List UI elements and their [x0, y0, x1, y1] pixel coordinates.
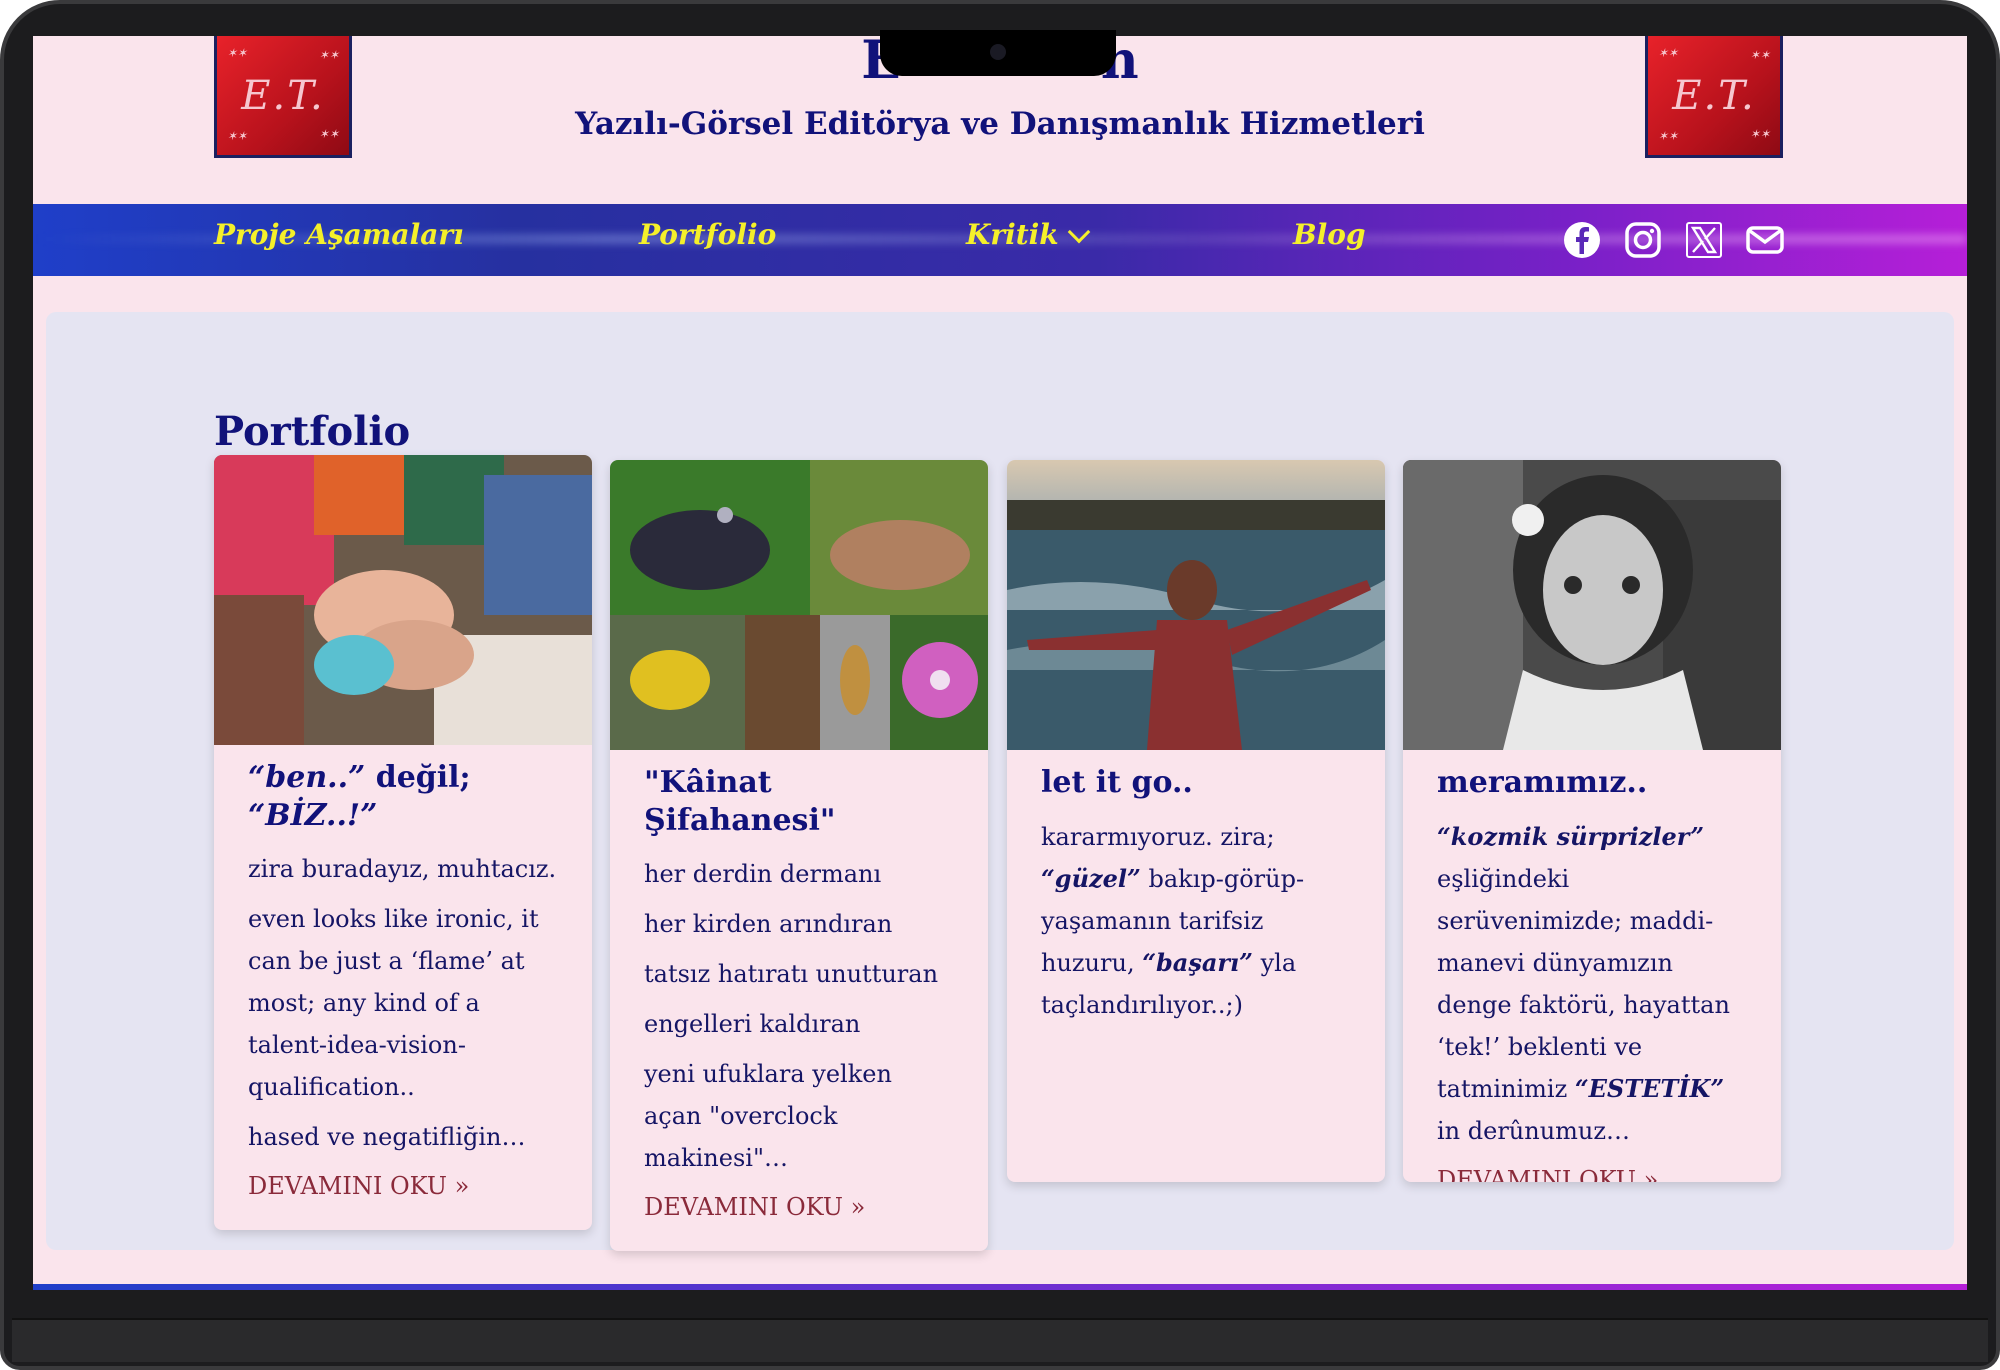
card-text: her derdin dermanı — [644, 860, 882, 888]
card-text: her kirden arındıran — [644, 910, 893, 938]
card-body: let it go.. kararmıyoruz. zira; “güzel” … — [1007, 750, 1385, 1064]
nav-item-kritik[interactable]: Kritik — [966, 218, 1091, 251]
nav-item-portfolio[interactable]: Portfolio — [639, 218, 776, 251]
portfolio-card-kainat[interactable]: "Kâinat Şifahanesi" her derdin dermanı h… — [610, 460, 988, 1251]
read-more-link[interactable]: DEVAMINI OKU » — [248, 1172, 558, 1200]
card-text: tatsız hatıratı unutturan — [644, 960, 939, 988]
nav-item-proje-asamalari[interactable]: Proje Aşamaları — [214, 218, 464, 251]
read-more-link[interactable]: DEVAMINI OKU » — [1437, 1166, 1747, 1183]
card-text: hased ve negatifliğin… — [248, 1123, 526, 1151]
nav-item-blog[interactable]: Blog — [1293, 218, 1366, 251]
card-title[interactable]: meramımız.. — [1437, 764, 1747, 802]
chevron-down-icon — [1067, 220, 1091, 244]
logo-monogram: E.T. — [1672, 72, 1756, 119]
card-text: even looks like ironic, it can be just a… — [248, 905, 539, 1101]
card-image-hands[interactable] — [214, 455, 592, 745]
facebook-icon[interactable] — [1562, 220, 1602, 260]
card-image-sea-woman[interactable] — [1007, 460, 1385, 750]
card-text: zira buradayız, muhtacız. — [248, 855, 557, 883]
card-body: meramımız.. “kozmik sürprizler” eşliğind… — [1403, 750, 1781, 1182]
main-nav: Proje Aşamaları Portfolio Kritik Blog — [33, 204, 1967, 276]
card-title[interactable]: let it go.. — [1041, 764, 1351, 802]
card-body: "Kâinat Şifahanesi" her derdin dermanı h… — [610, 750, 988, 1251]
card-text: engelleri kaldıran — [644, 1010, 861, 1038]
card-title[interactable]: "Kâinat Şifahanesi" — [644, 764, 954, 839]
card-image-nature-collage[interactable] — [610, 460, 988, 750]
card-text: kararmıyoruz. zira; “güzel” bakıp-görüp-… — [1041, 822, 1305, 1019]
footer-gradient-bar — [33, 1284, 1967, 1290]
portfolio-card-meramimiz[interactable]: meramımız.. “kozmik sürprizler” eşliğind… — [1403, 460, 1781, 1182]
logo-right[interactable]: ✶✶ ✶✶ E.T. ✶✶ ✶✶ — [1645, 36, 1783, 158]
card-text: yeni ufuklara yelken açan "overclock mak… — [644, 1060, 892, 1172]
card-image-girl-portrait[interactable] — [1403, 460, 1781, 750]
portfolio-section: Portfolio “ben..” değil; “BİZ..!” zira b… — [46, 312, 1954, 1251]
camera-icon — [990, 44, 1006, 60]
section-title: Portfolio — [214, 408, 411, 455]
portfolio-card-let-it-go[interactable]: let it go.. kararmıyoruz. zira; “güzel” … — [1007, 460, 1385, 1182]
card-text: “kozmik sürprizler” eşliğindeki serüveni… — [1437, 821, 1730, 1145]
camera-notch — [880, 30, 1116, 76]
card-title[interactable]: “ben..” değil; “BİZ..!” — [248, 759, 558, 834]
instagram-icon[interactable] — [1623, 220, 1663, 260]
read-more-link[interactable]: DEVAMINI OKU » — [644, 1193, 954, 1221]
mail-icon[interactable] — [1745, 220, 1785, 260]
x-icon[interactable] — [1684, 220, 1724, 260]
screen: ✶✶ ✶✶ E.T. ✶✶ ✶✶ En Yazılı-Görsel Editör… — [33, 36, 1967, 1290]
card-body: “ben..” değil; “BİZ..!” zira buradayız, … — [214, 745, 592, 1230]
portfolio-card-biz[interactable]: “ben..” değil; “BİZ..!” zira buradayız, … — [214, 455, 592, 1230]
laptop-base — [12, 1318, 1988, 1362]
